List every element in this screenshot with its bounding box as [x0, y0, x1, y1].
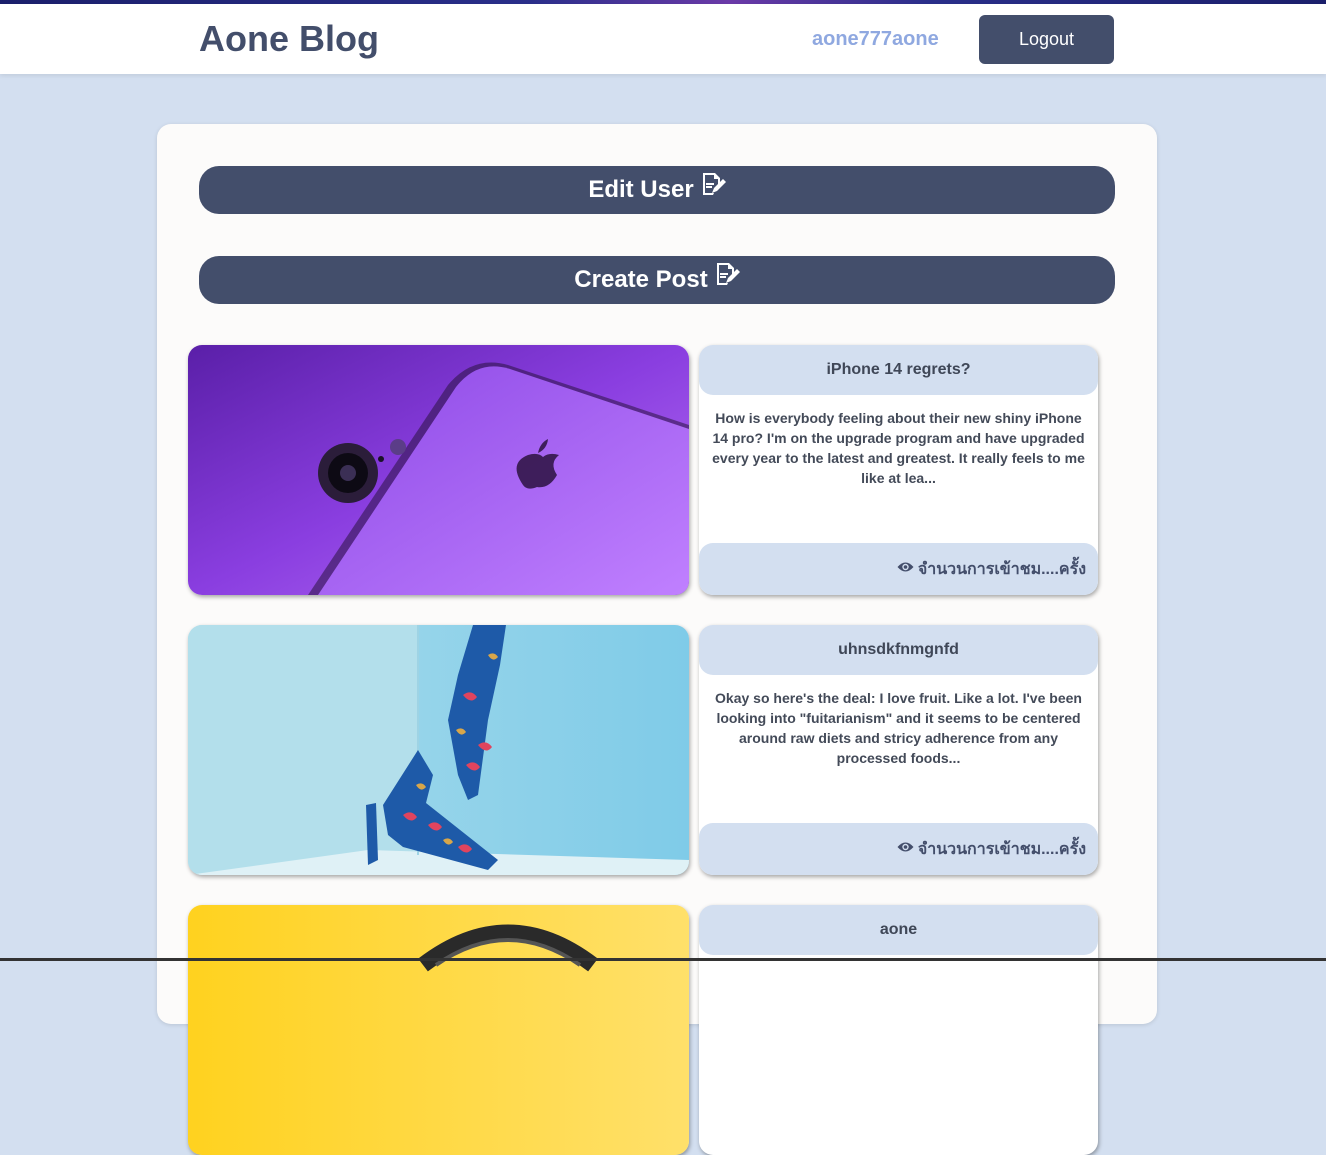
views-label: จำนวนการเข้าชม....ครั้ง: [917, 840, 1086, 858]
edit-document-icon: [714, 263, 740, 294]
edit-user-button[interactable]: Edit User: [199, 166, 1115, 214]
create-post-label: Create Post: [574, 266, 708, 293]
edit-user-label: Edit User: [588, 176, 694, 203]
main-card: Edit User Create Post iPhone 14 regrets?…: [157, 124, 1157, 1155]
create-post-button[interactable]: Create Post: [199, 256, 1115, 304]
username-link[interactable]: aone777aone: [812, 28, 939, 51]
edit-document-icon: [700, 173, 726, 204]
yellow-headphones-photo: [188, 905, 689, 1155]
post-views: จำนวนการเข้าชม....ครั้ง: [699, 543, 1098, 595]
logout-button[interactable]: Logout: [979, 15, 1114, 64]
post-card-info: aone: [699, 905, 1098, 1155]
post-card-info: iPhone 14 regrets? How is everybody feel…: [699, 345, 1098, 595]
post-image-headphones[interactable]: [188, 905, 689, 1155]
post-title[interactable]: uhnsdkfnmgnfd: [699, 625, 1098, 675]
post-image-iphone[interactable]: [188, 345, 689, 595]
post-image-heels[interactable]: [188, 625, 689, 875]
floral-high-heels-photo: [188, 625, 689, 875]
post-title[interactable]: aone: [699, 905, 1098, 955]
eye-icon: [897, 842, 914, 853]
post-excerpt: How is everybody feeling about their new…: [712, 410, 1085, 486]
purple-iphone-photo: [188, 345, 689, 595]
navbar: Aone Blog aone777aone Logout: [0, 4, 1326, 74]
post-card-info: uhnsdkfnmgnfd Okay so here's the deal: I…: [699, 625, 1098, 875]
views-label: จำนวนการเข้าชม....ครั้ง: [917, 560, 1086, 578]
post-views: จำนวนการเข้าชม....ครั้ง: [699, 823, 1098, 875]
brand-title[interactable]: Aone Blog: [199, 18, 379, 60]
post-title[interactable]: iPhone 14 regrets?: [699, 345, 1098, 395]
eye-icon: [897, 562, 914, 573]
post-excerpt: Okay so here's the deal: I love fruit. L…: [715, 690, 1082, 766]
